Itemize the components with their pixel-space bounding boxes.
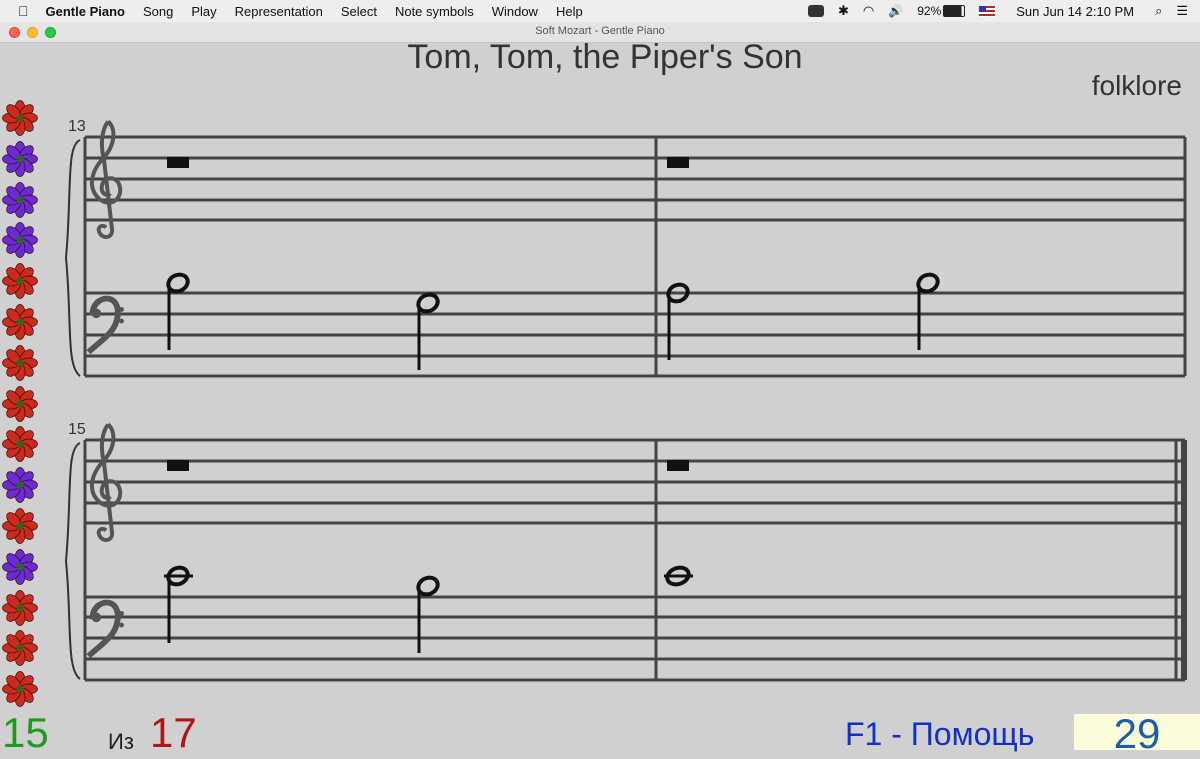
purple-flower-icon [2, 548, 38, 585]
purple-flower-icon [2, 181, 38, 218]
red-flower-icon [2, 100, 38, 136]
red-flower-icon [2, 671, 38, 708]
half-note[interactable] [916, 272, 941, 350]
red-flower-icon [2, 304, 38, 340]
bass-clef-icon [89, 299, 124, 353]
whole-rest[interactable] [667, 157, 689, 168]
whole-rest[interactable] [167, 157, 189, 168]
red-flower-icon [2, 508, 38, 544]
brace [64, 139, 81, 377]
whole-note[interactable] [664, 565, 693, 588]
brace [64, 442, 81, 680]
purple-flower-icon [2, 467, 38, 504]
red-flower-icon [2, 263, 38, 300]
half-note[interactable] [416, 292, 441, 370]
red-flower-icon [2, 426, 38, 463]
system-2: 15 [64, 421, 1187, 682]
half-note[interactable] [166, 272, 191, 350]
bass-clef-icon [89, 603, 124, 657]
red-flower-icon [2, 589, 38, 626]
measure-number-15: 15 [68, 421, 86, 438]
half-note[interactable] [164, 565, 193, 643]
purple-flower-icon [2, 222, 38, 259]
red-flower-icon [2, 385, 38, 422]
music-score[interactable]: 13 15 [0, 0, 1200, 750]
help-hint[interactable]: F1 - Помощь [845, 714, 1034, 754]
whole-rest[interactable] [167, 460, 189, 471]
score-value: 29 [1113, 710, 1161, 757]
of-label: Из [108, 729, 134, 754]
whole-rest[interactable] [667, 460, 689, 471]
total-measures: 17 [150, 709, 197, 756]
purple-flower-icon [2, 140, 38, 177]
half-note[interactable] [416, 575, 441, 653]
system-1: 13 [64, 118, 1187, 378]
red-flower-icon [2, 344, 38, 381]
current-measure: 15 [2, 709, 49, 756]
red-flower-icon [2, 630, 38, 667]
measure-number-13: 13 [68, 118, 86, 135]
